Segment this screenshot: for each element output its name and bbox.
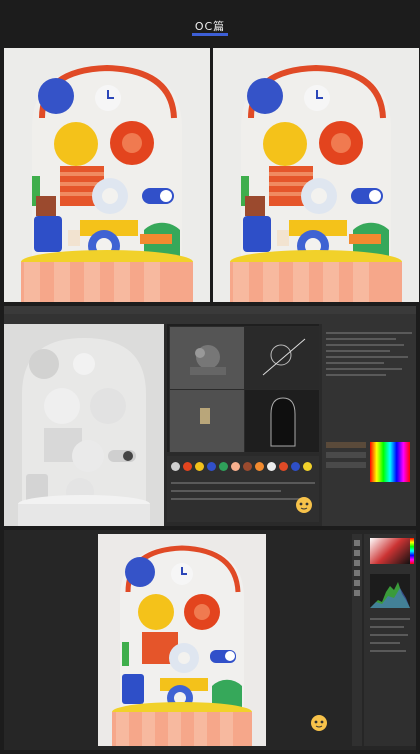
layer-row[interactable] [370, 642, 400, 644]
material-swatch[interactable] [303, 462, 312, 471]
mascot-sticker [295, 496, 313, 514]
attribute-slider[interactable] [326, 462, 366, 468]
object-row[interactable] [326, 374, 386, 376]
material-swatch[interactable] [195, 462, 204, 471]
material-swatch[interactable] [255, 462, 264, 471]
object-manager[interactable] [322, 324, 416, 526]
viewport-perspective[interactable] [169, 326, 245, 390]
object-row[interactable] [326, 368, 402, 370]
ps-toolbar[interactable] [352, 534, 362, 746]
object-row[interactable] [326, 332, 412, 334]
photoshop-workspace [4, 530, 416, 750]
tool-icon[interactable] [354, 560, 360, 566]
object-row[interactable] [326, 344, 404, 346]
c4d-menubar[interactable] [4, 306, 416, 314]
viewport-right[interactable] [169, 389, 245, 453]
layer-row[interactable] [370, 650, 406, 652]
object-row[interactable] [326, 356, 408, 358]
material-swatch[interactable] [279, 462, 288, 471]
material-swatch[interactable] [291, 462, 300, 471]
material-swatch[interactable] [183, 462, 192, 471]
render-right [213, 48, 419, 302]
tool-icon[interactable] [354, 540, 360, 546]
material-swatch[interactable] [231, 462, 240, 471]
material-swatch[interactable] [267, 462, 276, 471]
material-swatch[interactable] [171, 462, 180, 471]
ps-canvas-scene [98, 534, 266, 746]
c4d-clay-scene [4, 324, 164, 526]
c4d-clay-render [4, 324, 164, 526]
object-row[interactable] [326, 338, 396, 340]
render-left-scene [4, 48, 210, 302]
header: OC篇 [0, 0, 420, 44]
viewport-top[interactable] [244, 326, 320, 390]
object-row[interactable] [326, 350, 390, 352]
layer-row[interactable] [370, 626, 404, 628]
attribute-row [171, 490, 281, 492]
attribute-slider[interactable] [326, 442, 366, 448]
title-underline [192, 33, 228, 36]
attribute-slider[interactable] [326, 452, 366, 458]
layer-row[interactable] [370, 634, 408, 636]
layer-row[interactable] [370, 618, 410, 620]
material-swatch[interactable] [243, 462, 252, 471]
page-title: OC篇 [194, 20, 226, 33]
mascot-sticker [310, 714, 328, 732]
viewport-front[interactable] [244, 389, 320, 453]
material-swatch[interactable] [207, 462, 216, 471]
ps-panels[interactable] [364, 534, 416, 746]
color-picker[interactable] [370, 538, 410, 564]
object-row[interactable] [326, 362, 384, 364]
histogram-panel [370, 574, 410, 608]
hue-slider[interactable] [410, 538, 414, 564]
render-right-scene [213, 48, 419, 302]
tool-icon[interactable] [354, 580, 360, 586]
c4d-viewports[interactable] [167, 324, 320, 453]
render-left [4, 48, 210, 302]
color-picker[interactable] [370, 442, 410, 482]
attribute-row [171, 482, 315, 484]
attribute-row [171, 498, 301, 500]
tool-icon[interactable] [354, 590, 360, 596]
tool-icon[interactable] [354, 570, 360, 576]
c4d-workspace [4, 306, 416, 526]
tool-icon[interactable] [354, 550, 360, 556]
material-swatch[interactable] [219, 462, 228, 471]
c4d-toolbar[interactable] [4, 314, 416, 324]
ps-canvas[interactable] [98, 534, 266, 746]
material-manager[interactable] [167, 456, 319, 522]
